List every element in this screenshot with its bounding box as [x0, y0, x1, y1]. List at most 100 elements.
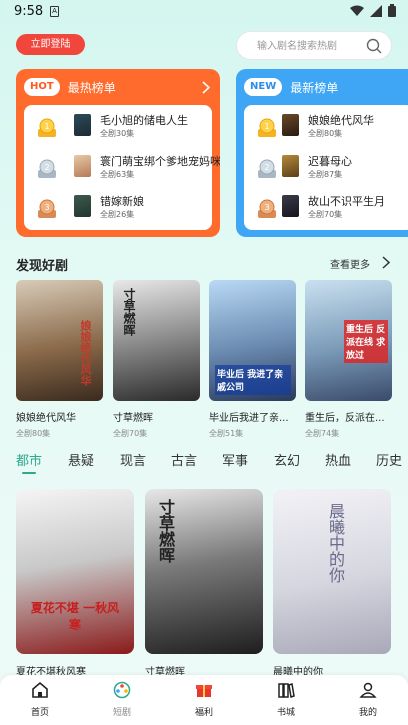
tab-profile[interactable]: 我的: [338, 681, 398, 718]
medal-bronze-icon: 3: [38, 199, 56, 218]
category-tab[interactable]: 历史: [376, 450, 402, 469]
category-tab[interactable]: 现言: [120, 450, 146, 469]
rank-item[interactable]: 1 毛小旭的储电人生 全剧30集: [32, 112, 212, 146]
new-rank-list: 1 娘娘绝代风华 全剧80集 2 迟暮母心 全剧87集 3 故山不识平生月 全剧…: [244, 105, 408, 230]
notification-icon: A: [50, 6, 59, 17]
drama-poster[interactable]: 寸草燃晖: [145, 489, 263, 654]
drama-thumbnail: [74, 155, 91, 177]
poster-title-art: 重生后 反派在线 求放过: [344, 320, 388, 363]
drama-poster[interactable]: 晨曦中的你: [273, 489, 391, 654]
drama-poster[interactable]: 重生后 反派在线 求放过: [305, 280, 392, 401]
poster-title-art: 晨曦中的你: [326, 503, 345, 583]
svg-text:1: 1: [44, 122, 49, 131]
drama-thumbnail: [74, 195, 91, 217]
drama-episode-count: 全剧80集: [16, 429, 51, 438]
tab-label: 我的: [358, 708, 377, 718]
tab-label: 福利: [194, 708, 213, 718]
category-active-indicator: [22, 472, 36, 474]
drama-thumbnail: [282, 114, 299, 136]
drama-thumbnail: [282, 155, 299, 177]
hot-rank-list: 1 毛小旭的储电人生 全剧30集 2 寰门萌宝绑个爹地宠妈咪 全剧63集 3 错…: [24, 105, 220, 230]
poster-title-art: 娘娘绝代风华: [79, 320, 92, 386]
medal-silver-icon: 2: [258, 159, 276, 178]
film-reel-icon: [113, 681, 131, 699]
medal-gold-icon: 1: [258, 118, 276, 137]
login-button[interactable]: 立即登陆: [16, 34, 85, 55]
rank-item-count: 全剧63集: [100, 170, 135, 179]
drama-episode-count: 全剧51集: [209, 429, 244, 438]
drama-episode-count: 全剧74集: [305, 429, 340, 438]
rank-item[interactable]: 2 寰门萌宝绑个爹地宠妈咪 全剧63集: [32, 153, 220, 187]
hot-badge: HOT: [24, 78, 60, 96]
drama-poster[interactable]: 毕业后 我进了亲戚公司: [209, 280, 296, 401]
tab-label: 书城: [276, 708, 295, 718]
books-icon: [278, 683, 295, 698]
hot-rank-card[interactable]: HOT 最热榜单 1 毛小旭的储电人生 全剧30集 2 寰门萌宝绑个爹地宠妈咪 …: [16, 69, 220, 237]
new-rank-title: 最新榜单: [290, 80, 339, 95]
poster-title-art: 夏花不堪 一秋风寒: [30, 601, 120, 632]
category-tab[interactable]: 都市: [16, 450, 42, 469]
discover-title: 发现好剧: [16, 259, 69, 274]
category-tab[interactable]: 悬疑: [68, 450, 94, 469]
drama-title[interactable]: 娘娘绝代风华: [16, 409, 106, 424]
rank-item-name: 迟暮母心: [308, 155, 352, 168]
svg-text:3: 3: [44, 203, 49, 212]
bottom-tab-bar: 首页 短剧 福利 书城 我的: [0, 675, 408, 725]
tab-bookstore[interactable]: 书城: [256, 681, 316, 718]
status-bar: 9:58 A: [0, 0, 408, 24]
svg-text:3: 3: [264, 203, 269, 212]
gift-icon: [196, 685, 212, 697]
drama-poster[interactable]: 寸草燃晖: [113, 280, 200, 401]
rank-item-count: 全剧26集: [100, 210, 135, 219]
poster-title-art: 毕业后 我进了亲戚公司: [215, 365, 291, 395]
drama-title[interactable]: 重生后，反派在...: [305, 409, 395, 424]
search-icon[interactable]: [366, 38, 382, 54]
rank-item-name: 错嫁新娘: [100, 195, 144, 208]
category-tab[interactable]: 玄幻: [274, 450, 300, 469]
rank-item-name: 毛小旭的储电人生: [100, 114, 188, 127]
rank-item[interactable]: 3 故山不识平生月 全剧70集: [252, 193, 408, 227]
view-more-link[interactable]: 查看更多: [330, 256, 370, 271]
drama-thumbnail: [282, 195, 299, 217]
hot-rank-title: 最热榜单: [67, 80, 116, 95]
new-rank-card[interactable]: NEW 最新榜单 1 娘娘绝代风华 全剧80集 2 迟暮母心 全剧87集 3 故…: [236, 69, 408, 237]
drama-episode-count: 全剧70集: [113, 429, 148, 438]
search-input[interactable]: [257, 38, 367, 54]
medal-bronze-icon: 3: [258, 199, 276, 218]
svg-text:2: 2: [264, 163, 269, 172]
tab-label: 短剧: [112, 708, 131, 718]
tab-home[interactable]: 首页: [10, 681, 70, 718]
rank-item[interactable]: 3 错嫁新娘 全剧26集: [32, 193, 212, 227]
new-badge: NEW: [244, 78, 283, 96]
drama-title[interactable]: 寸草燃晖: [113, 409, 203, 424]
tab-short-drama[interactable]: 短剧: [92, 681, 152, 718]
rank-item[interactable]: 1 娘娘绝代风华 全剧80集: [252, 112, 408, 146]
chevron-right-icon[interactable]: [202, 81, 210, 94]
drama-poster[interactable]: 夏花不堪 一秋风寒: [16, 489, 134, 654]
poster-title-art: 寸草燃晖: [156, 499, 175, 563]
category-tabs: 都市 悬疑 现言 古言 军事 玄幻 热血 历史: [0, 450, 408, 476]
category-tab[interactable]: 军事: [222, 450, 248, 469]
status-time: 9:58: [14, 4, 44, 19]
category-tab[interactable]: 热血: [325, 450, 351, 469]
home-icon: [32, 681, 48, 698]
drama-title[interactable]: 毕业后我进了亲...: [209, 409, 299, 424]
rank-item[interactable]: 2 迟暮母心 全剧87集: [252, 153, 408, 187]
battery-icon: [388, 4, 396, 17]
poster-title-art: 寸草燃晖: [122, 288, 136, 336]
category-tab[interactable]: 古言: [171, 450, 197, 469]
tab-label: 首页: [30, 708, 49, 718]
rank-item-count: 全剧30集: [100, 129, 135, 138]
drama-poster[interactable]: 娘娘绝代风华: [16, 280, 103, 401]
rank-item-count: 全剧70集: [308, 210, 343, 219]
rank-item-name: 娘娘绝代风华: [308, 114, 374, 127]
wifi-icon: [350, 5, 364, 16]
search-bar[interactable]: [236, 31, 392, 60]
drama-thumbnail: [74, 114, 91, 136]
signal-icon: [370, 4, 382, 17]
medal-gold-icon: 1: [38, 118, 56, 137]
rank-item-name: 故山不识平生月: [308, 195, 385, 208]
tab-benefits[interactable]: 福利: [174, 681, 234, 718]
medal-silver-icon: 2: [38, 159, 56, 178]
chevron-right-icon[interactable]: [382, 256, 390, 269]
